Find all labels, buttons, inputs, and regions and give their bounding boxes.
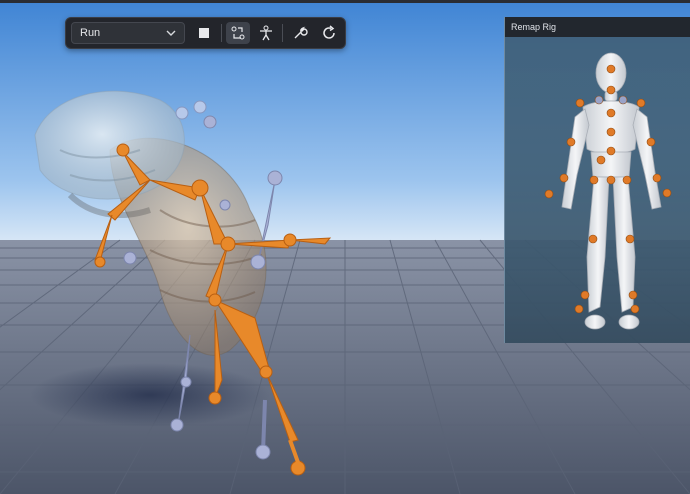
remap-rig-title: Remap Rig <box>511 22 557 32</box>
top-edge <box>0 0 690 3</box>
animation-toolbar: Run <box>65 17 346 49</box>
toolbar-divider <box>282 24 283 42</box>
refresh-icon <box>323 25 335 39</box>
rig-button[interactable] <box>254 22 278 44</box>
toolbar-divider <box>221 24 222 42</box>
settings-button[interactable] <box>288 22 312 44</box>
retarget-arrows-icon <box>231 26 245 40</box>
retarget-button[interactable] <box>226 22 250 44</box>
figure-icon <box>260 25 272 41</box>
wrench-icon <box>294 26 308 39</box>
animation-dropdown-value: Run <box>80 27 101 39</box>
rig-figure <box>505 37 690 343</box>
stop-button[interactable] <box>192 22 216 44</box>
remap-rig-panel: Remap Rig <box>504 17 690 343</box>
stop-icon <box>199 28 209 38</box>
chevron-down-icon <box>166 30 176 36</box>
character-shadow <box>30 363 270 427</box>
reset-button[interactable] <box>317 22 341 44</box>
remap-rig-header: Remap Rig <box>505 17 690 37</box>
animation-dropdown[interactable]: Run <box>71 22 185 44</box>
